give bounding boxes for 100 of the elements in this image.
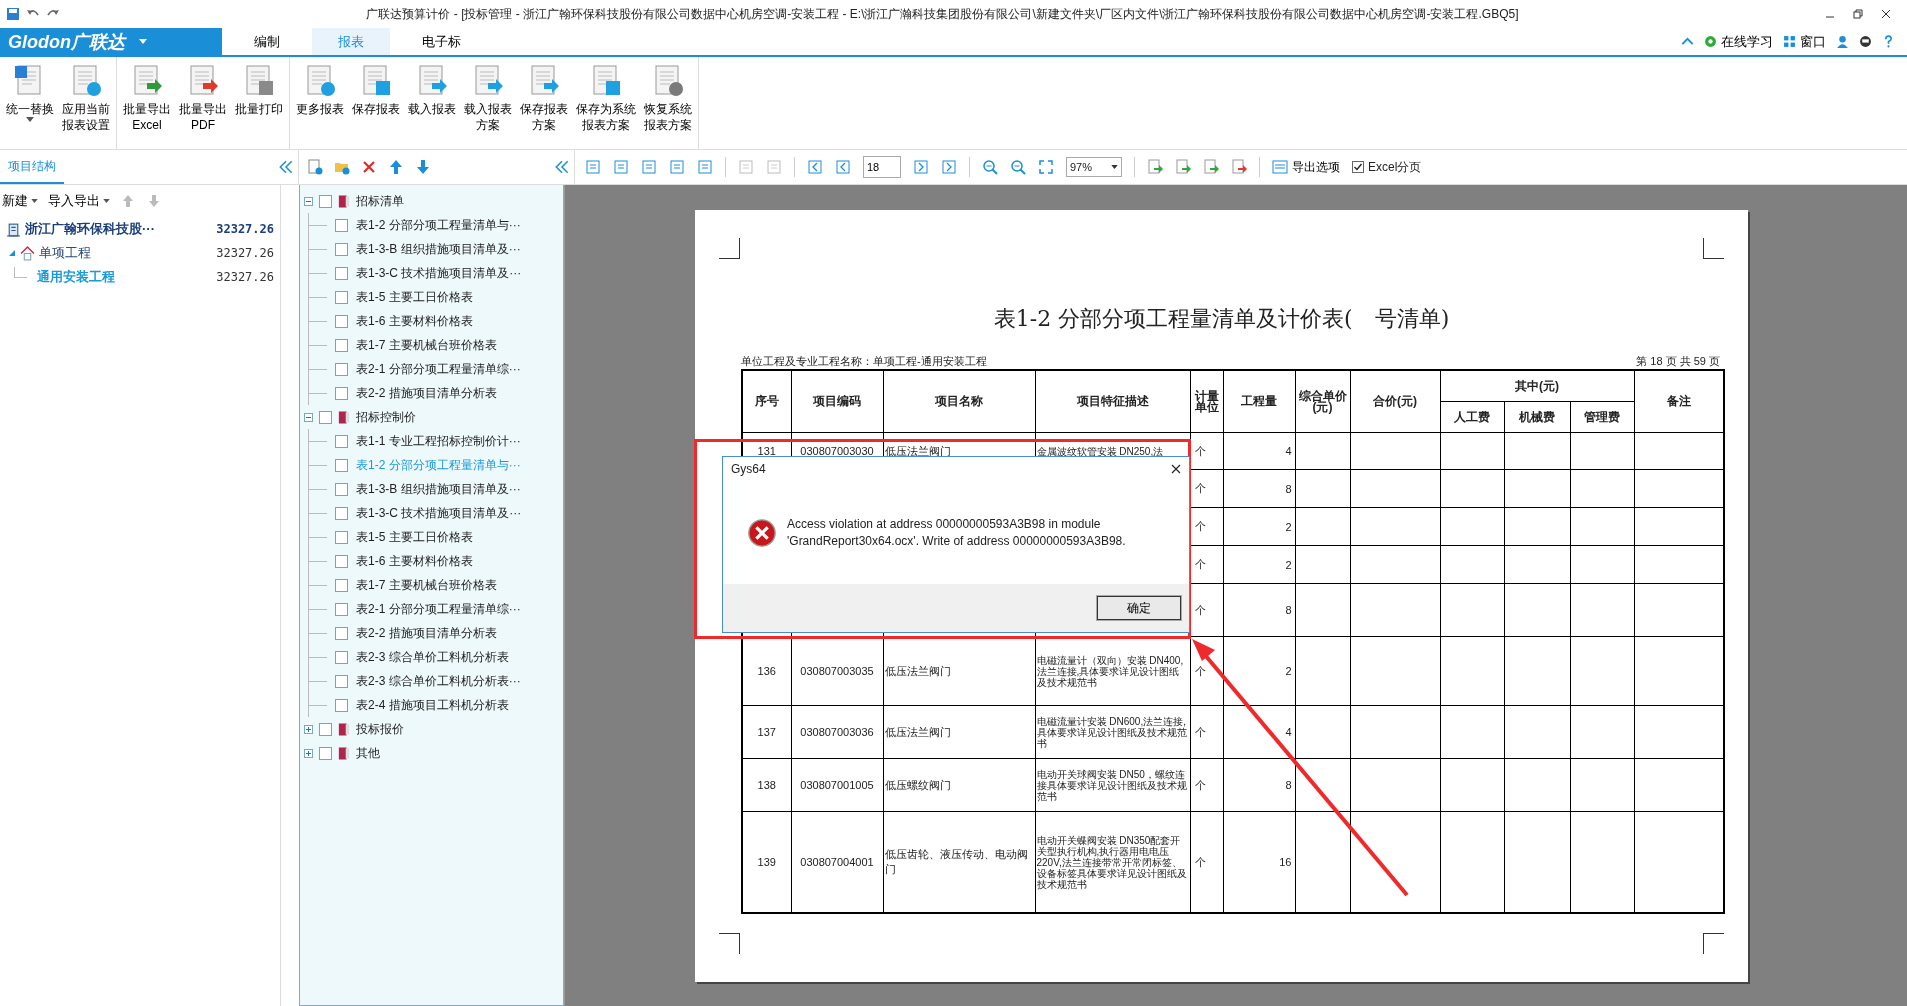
tree-item[interactable]: 单项工程 32327.26: [0, 241, 280, 265]
report-tool-icon[interactable]: [697, 159, 713, 175]
panel-tab[interactable]: 项目结构: [0, 150, 64, 184]
export-options-button[interactable]: 导出选项: [1272, 158, 1340, 176]
import-export-button[interactable]: 导入导出: [48, 192, 110, 210]
report-group[interactable]: 招标清单: [356, 192, 404, 210]
report-item[interactable]: 表2-2 措施项目清单分析表: [356, 624, 497, 642]
report-item[interactable]: 表2-1 分部分项工程量清单综···: [356, 600, 521, 618]
restore-icon[interactable]: [1853, 9, 1863, 19]
previous-page-icon[interactable]: [807, 159, 823, 175]
report-tool-icon[interactable]: [613, 159, 629, 175]
help-icon[interactable]: [1882, 35, 1895, 48]
expand-toggle-icon[interactable]: [304, 724, 313, 734]
checkbox[interactable]: [335, 386, 348, 400]
export-icon[interactable]: [1203, 159, 1219, 175]
checkbox[interactable]: [335, 218, 348, 232]
checkbox[interactable]: [335, 482, 348, 496]
checkbox[interactable]: [335, 626, 348, 640]
online-learning-button[interactable]: 在线学习: [1704, 32, 1773, 51]
checkbox[interactable]: [319, 410, 332, 424]
checkbox[interactable]: [319, 722, 332, 736]
expand-toggle-icon[interactable]: [304, 748, 313, 758]
checkbox[interactable]: [319, 746, 332, 760]
collapse-panel-icon[interactable]: [554, 159, 570, 175]
expand-toggle-icon[interactable]: [304, 412, 313, 422]
move-up-icon[interactable]: [120, 193, 136, 209]
checkbox[interactable]: [335, 554, 348, 568]
checkbox[interactable]: [335, 698, 348, 712]
collapse-panel-icon[interactable]: [278, 159, 294, 175]
ribbon-button[interactable]: 载入报表: [404, 59, 460, 147]
checkbox[interactable]: [335, 578, 348, 592]
export-icon[interactable]: [1175, 159, 1191, 175]
export-icon[interactable]: [1147, 159, 1163, 175]
ribbon-button[interactable]: 统一替换: [2, 59, 58, 147]
ribbon-button[interactable]: 保存报表: [348, 59, 404, 147]
zoom-dropdown[interactable]: 97%: [1066, 157, 1122, 177]
zoom-out-icon[interactable]: [1010, 159, 1026, 175]
report-item[interactable]: 表1-6 主要材料价格表: [356, 312, 473, 330]
checkbox[interactable]: [335, 602, 348, 616]
report-item[interactable]: 表2-1 分部分项工程量清单综···: [356, 360, 521, 378]
excel-pages-checkbox[interactable]: Excel分页: [1352, 158, 1422, 176]
report-item[interactable]: 表1-3-B 组织措施项目清单及···: [356, 480, 521, 498]
report-item[interactable]: 表1-7 主要机械台班价格表: [356, 336, 497, 354]
expand-toggle-icon[interactable]: [8, 249, 16, 257]
ribbon-button[interactable]: 批量导出 Excel: [119, 59, 175, 147]
report-item[interactable]: 表1-6 主要材料价格表: [356, 552, 473, 570]
report-item[interactable]: 表1-5 主要工日价格表: [356, 528, 473, 546]
report-item[interactable]: 表2-3 综合单价工料机分析表···: [356, 672, 521, 690]
report-tool-icon[interactable]: [585, 159, 601, 175]
close-icon[interactable]: [1171, 464, 1181, 474]
page-field[interactable]: 18: [863, 156, 901, 178]
user-icon[interactable]: [1836, 35, 1849, 48]
checkbox[interactable]: [335, 674, 348, 688]
ribbon-button[interactable]: 更多报表: [292, 59, 348, 147]
ribbon-button[interactable]: 恢复系统 报表方案: [640, 59, 696, 147]
checkbox[interactable]: [335, 530, 348, 544]
ok-button[interactable]: 确定: [1097, 596, 1181, 620]
report-tool-icon[interactable]: [669, 159, 685, 175]
close-icon[interactable]: [1881, 9, 1891, 19]
checkbox[interactable]: [335, 290, 348, 304]
move-down-icon[interactable]: [146, 193, 162, 209]
delete-icon[interactable]: [361, 159, 377, 175]
report-tool-icon[interactable]: [641, 159, 657, 175]
ribbon-button[interactable]: 保存报表 方案: [516, 59, 572, 147]
new-report-icon[interactable]: [307, 159, 323, 175]
checkbox[interactable]: [335, 362, 348, 376]
checkbox[interactable]: [335, 242, 348, 256]
ribbon-button[interactable]: 保存为系统 报表方案: [572, 59, 640, 147]
app-menu-button[interactable]: Glodon广联达: [0, 28, 222, 55]
report-item[interactable]: 表1-5 主要工日价格表: [356, 288, 473, 306]
save-icon[interactable]: [6, 7, 20, 21]
expand-toggle-icon[interactable]: [304, 196, 313, 206]
checkbox[interactable]: [335, 338, 348, 352]
report-item[interactable]: 表1-1 专业工程招标控制价计···: [356, 432, 521, 450]
checkbox[interactable]: [335, 650, 348, 664]
report-item[interactable]: 表1-2 分部分项工程量清单与···: [356, 216, 521, 234]
ribbon-button[interactable]: 应用当前 报表设置: [58, 59, 114, 147]
report-item[interactable]: 表1-3-C 技术措施项目清单及···: [356, 264, 522, 282]
ribbon-button[interactable]: 批量打印: [231, 59, 287, 147]
checkbox[interactable]: [335, 506, 348, 520]
report-group[interactable]: 其他: [356, 744, 380, 762]
checkbox[interactable]: [335, 458, 348, 472]
fit-page-icon[interactable]: [1038, 159, 1054, 175]
checkbox[interactable]: [1352, 161, 1364, 173]
move-down-icon[interactable]: [415, 159, 431, 175]
tree-item[interactable]: 浙江广翰环保科技股··· 32327.26: [0, 217, 280, 241]
move-up-icon[interactable]: [388, 159, 404, 175]
checkbox[interactable]: [319, 194, 332, 208]
next-page-icon[interactable]: [941, 159, 957, 175]
report-item[interactable]: 表1-7 主要机械台班价格表: [356, 576, 497, 594]
tree-item[interactable]: 通用安装工程 32327.26: [0, 265, 280, 289]
next-page-icon[interactable]: [913, 159, 929, 175]
report-item[interactable]: 表1-3-B 组织措施项目清单及···: [356, 240, 521, 258]
ribbon-button[interactable]: 批量导出 PDF: [175, 59, 231, 147]
report-item[interactable]: 表1-3-C 技术措施项目清单及···: [356, 504, 522, 522]
report-item[interactable]: 表2-3 综合单价工料机分析表: [356, 648, 509, 666]
new-button[interactable]: 新建: [2, 192, 38, 210]
checkbox[interactable]: [335, 434, 348, 448]
checkbox[interactable]: [335, 266, 348, 280]
report-group[interactable]: 投标报价: [356, 720, 404, 738]
